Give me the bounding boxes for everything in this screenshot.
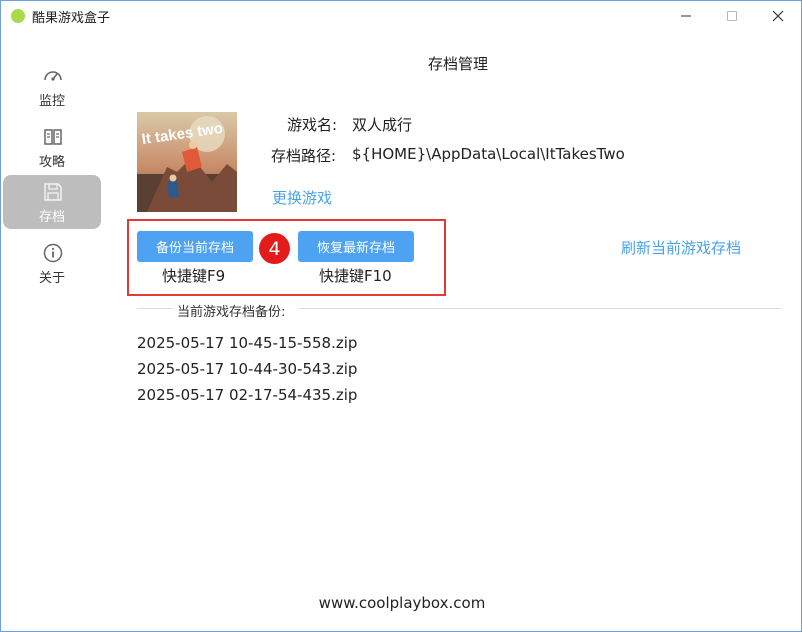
- divider: [299, 308, 781, 309]
- save-icon: [44, 183, 62, 201]
- backup-file-item[interactable]: 2025-05-17 10-44-30-543.zip: [137, 360, 357, 378]
- backup-hotkey-label: 快捷键F9: [162, 267, 226, 285]
- window-title: 酷果游戏盒子: [32, 11, 111, 26]
- restore-save-button[interactable]: 恢复最新存档: [298, 231, 414, 262]
- game-cover-image: It takes two: [137, 112, 237, 212]
- sidebar-item-save[interactable]: 存档: [3, 175, 101, 229]
- minimize-button[interactable]: [663, 1, 709, 31]
- save-path-value: ${HOME}\AppData\Local\ItTakesTwo: [352, 145, 625, 163]
- annotation-step-badge: 4: [259, 233, 290, 264]
- page-title: 存档管理: [428, 55, 489, 73]
- backup-file-item[interactable]: 2025-05-17 02-17-54-435.zip: [137, 386, 357, 404]
- info-icon: [43, 243, 63, 263]
- backup-list-label: 当前游戏存档备份:: [177, 301, 286, 320]
- app-logo-icon: [11, 9, 25, 23]
- sidebar-item-guide[interactable]: 攻略: [3, 120, 101, 174]
- sidebar-item-label: 监控: [38, 94, 65, 109]
- game-name-value: 双人成行: [352, 116, 413, 134]
- maximize-icon: [727, 11, 737, 21]
- minimize-icon: [681, 15, 691, 17]
- gauge-icon: [44, 71, 62, 81]
- refresh-saves-link[interactable]: 刷新当前游戏存档: [621, 237, 741, 258]
- sidebar-item-monitor[interactable]: 监控: [3, 59, 101, 113]
- sidebar: 监控 攻略 存档 关于: [1, 31, 103, 631]
- close-icon: [772, 10, 784, 22]
- restore-hotkey-label: 快捷键F10: [319, 267, 392, 285]
- close-button[interactable]: [755, 1, 801, 31]
- divider: [137, 308, 173, 309]
- game-name-label: 游戏名:: [287, 116, 338, 134]
- book-icon: [44, 129, 62, 145]
- sidebar-item-label: 存档: [38, 210, 65, 225]
- footer-website: www.coolplaybox.com: [318, 594, 486, 612]
- backup-save-button[interactable]: 备份当前存档: [137, 231, 253, 262]
- sidebar-item-label: 攻略: [38, 155, 65, 170]
- sidebar-item-label: 关于: [38, 271, 65, 286]
- backup-file-item[interactable]: 2025-05-17 10-45-15-558.zip: [137, 334, 357, 352]
- change-game-link[interactable]: 更换游戏: [272, 187, 332, 208]
- title-bar: 酷果游戏盒子: [1, 1, 801, 31]
- save-path-label: 存档路径:: [271, 147, 337, 165]
- sidebar-item-about[interactable]: 关于: [3, 236, 101, 290]
- maximize-button[interactable]: [709, 1, 755, 31]
- app-window: 酷果游戏盒子 监控 攻略 存档 关于 存档管理 It takes two 游戏名…: [0, 0, 802, 632]
- game-cover-art: It takes two: [137, 112, 237, 212]
